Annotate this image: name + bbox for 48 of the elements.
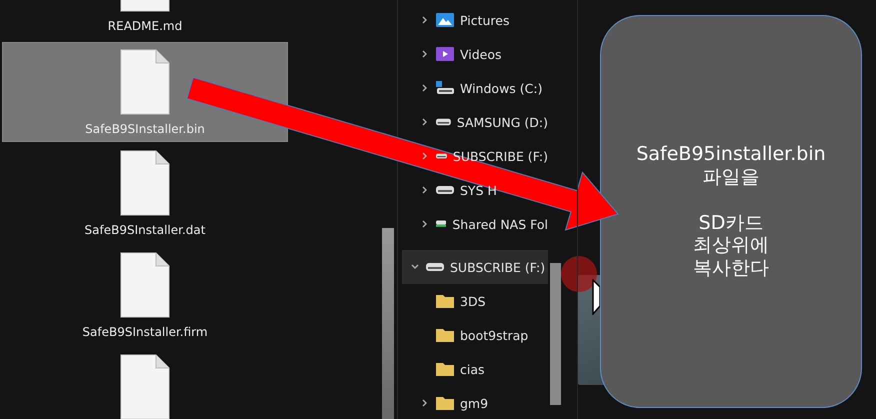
nav-item[interactable]: SAMSUNG (D:) xyxy=(402,105,548,139)
drive-icon xyxy=(426,262,444,272)
nav-item[interactable]: SUBSCRIBE (F:) xyxy=(402,250,548,284)
nav-label: gm9 xyxy=(460,396,488,410)
nav-label: 3DS xyxy=(460,294,486,308)
nav-label: Videos xyxy=(460,46,502,62)
nav-label: SAMSUNG (D:) xyxy=(456,114,548,130)
file-tile[interactable]: SafeB9SInstaller.firm xyxy=(2,246,288,346)
nav-item[interactable]: Pictures xyxy=(402,3,548,37)
file-tile[interactable]: README.md xyxy=(2,0,288,40)
drive-icon xyxy=(436,81,454,95)
nav-label: SUBSCRIBE (F:) xyxy=(450,260,546,274)
file-name: SafeB9SInstaller.firm xyxy=(82,325,208,339)
drive-icon xyxy=(436,151,447,161)
nav-item[interactable]: Shared NAS Fol xyxy=(402,207,548,241)
folder-icon xyxy=(436,362,454,376)
file-name: SafeB9SInstaller.dat xyxy=(84,223,206,237)
folder-icon xyxy=(436,396,454,410)
nav-label: boot9strap xyxy=(460,328,528,342)
drive-icon xyxy=(436,185,454,195)
selected-file-tile[interactable]: SafeB9SInstaller.bin xyxy=(2,42,288,142)
folder-icon xyxy=(436,328,454,342)
file-icon xyxy=(120,150,170,216)
file-icon xyxy=(120,354,170,419)
nav-item[interactable]: cias xyxy=(402,352,548,386)
network-drive-icon xyxy=(436,218,446,230)
callout-text: SafeB95installer.bin 파일을 SD카드 최상위에 복사한다 xyxy=(636,143,826,280)
nav-item[interactable]: Videos xyxy=(402,37,548,71)
file-name: README.md xyxy=(108,19,182,33)
nav-label: Shared NAS Fol xyxy=(452,216,548,232)
nav-item[interactable]: boot9strap xyxy=(402,318,548,352)
file-tile[interactable]: SafeB9SInstaller.dat xyxy=(2,144,288,244)
file-icon xyxy=(120,252,170,318)
nav-label: Windows (C:) xyxy=(460,80,542,96)
video-icon xyxy=(436,47,454,61)
scrollbar-thumb[interactable] xyxy=(550,263,561,405)
nav-item[interactable]: Windows (C:) xyxy=(402,71,548,105)
nav-item[interactable]: 3DS xyxy=(402,284,548,318)
scrollbar-thumb[interactable] xyxy=(382,228,394,419)
pictures-icon xyxy=(436,13,454,27)
file-name: SafeB9SInstaller.bin xyxy=(85,122,205,136)
folder-icon xyxy=(436,294,454,308)
file-icon xyxy=(120,49,170,115)
nav-label: Pictures xyxy=(460,12,510,28)
drive-icon xyxy=(436,117,451,127)
click-indicator xyxy=(561,256,597,292)
nav-item[interactable]: gm9 xyxy=(402,386,548,419)
nav-label: cias xyxy=(460,362,485,376)
